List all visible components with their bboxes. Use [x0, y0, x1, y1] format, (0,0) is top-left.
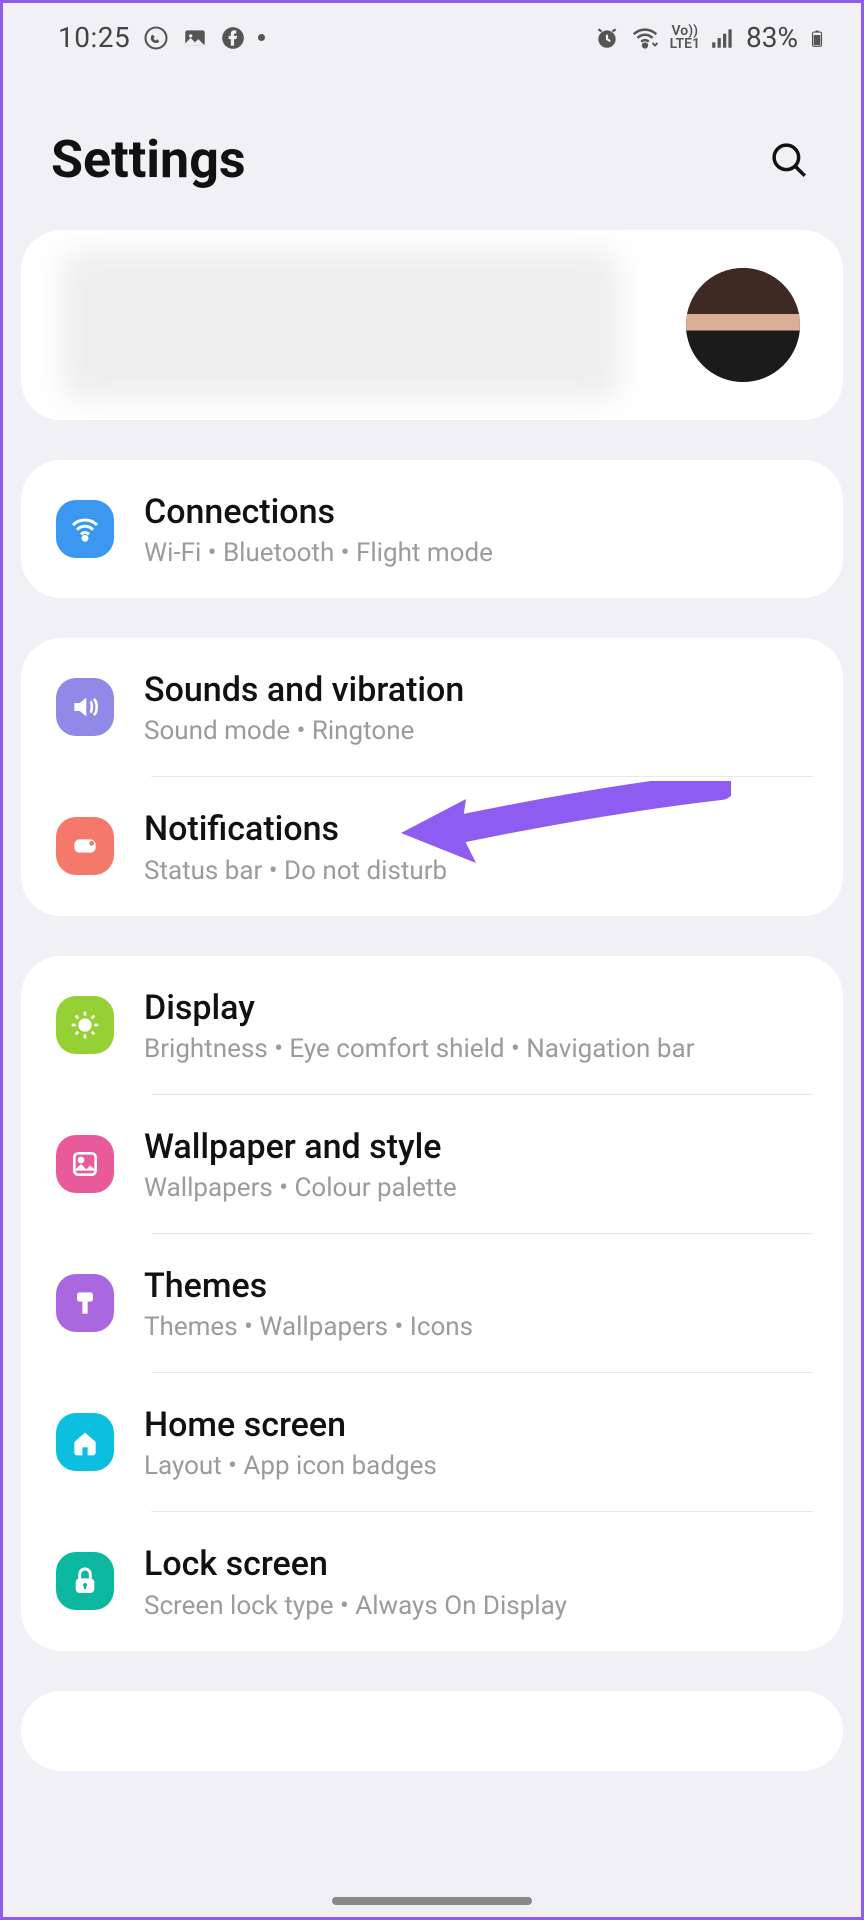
search-button[interactable] — [765, 136, 813, 184]
themes-icon — [56, 1274, 114, 1332]
account-info-blurred — [61, 250, 621, 400]
alarm-icon — [594, 25, 620, 51]
item-notifications[interactable]: Notifications Status bar • Do not distur… — [21, 777, 843, 915]
more-notifications-icon — [258, 34, 265, 41]
group-sounds-notifications: Sounds and vibration Sound mode • Ringto… — [21, 638, 843, 915]
account-card[interactable] — [21, 230, 843, 420]
item-title: Lock screen — [144, 1542, 813, 1586]
item-subtitle: Layout • App icon badges — [144, 1451, 813, 1481]
item-title: Sounds and vibration — [144, 668, 813, 712]
item-display[interactable]: Display Brightness • Eye comfort shield … — [21, 956, 843, 1094]
item-title: Display — [144, 986, 813, 1030]
item-subtitle: Screen lock type • Always On Display — [144, 1591, 813, 1621]
item-subtitle: Wi-Fi • Bluetooth • Flight mode — [144, 538, 813, 568]
avatar — [683, 265, 803, 385]
brightness-icon — [56, 996, 114, 1054]
item-subtitle: Sound mode • Ringtone — [144, 716, 813, 746]
navigation-handle[interactable] — [332, 1897, 532, 1905]
volte-indicator: Vo))LTE1 — [670, 25, 700, 50]
home-icon — [56, 1413, 114, 1471]
item-subtitle: Status bar • Do not disturb — [144, 856, 813, 886]
clock: 10:25 — [58, 21, 130, 54]
lock-icon — [56, 1552, 114, 1610]
signal-icon — [710, 25, 736, 51]
item-wallpaper[interactable]: Wallpaper and style Wallpapers • Colour … — [21, 1095, 843, 1233]
search-icon — [768, 139, 810, 181]
item-connections[interactable]: Connections Wi-Fi • Bluetooth • Flight m… — [21, 460, 843, 598]
page-title: Settings — [51, 129, 246, 190]
header: Settings — [3, 64, 861, 230]
battery-percent: 83% — [746, 21, 798, 54]
status-right: Vo))LTE1 83% — [594, 21, 826, 54]
item-subtitle: Themes • Wallpapers • Icons — [144, 1312, 813, 1342]
item-title: Themes — [144, 1264, 813, 1308]
photos-icon — [182, 25, 208, 51]
notification-icon — [56, 817, 114, 875]
group-connections: Connections Wi-Fi • Bluetooth • Flight m… — [21, 460, 843, 598]
item-title: Connections — [144, 490, 813, 534]
group-display: Display Brightness • Eye comfort shield … — [21, 956, 843, 1651]
item-title: Wallpaper and style — [144, 1125, 813, 1169]
item-themes[interactable]: Themes Themes • Wallpapers • Icons — [21, 1234, 843, 1372]
speaker-icon — [56, 678, 114, 736]
item-title: Notifications — [144, 807, 813, 851]
wifi-icon — [56, 500, 114, 558]
item-subtitle: Wallpapers • Colour palette — [144, 1173, 813, 1203]
item-sounds[interactable]: Sounds and vibration Sound mode • Ringto… — [21, 638, 843, 776]
group-next-partial — [21, 1691, 843, 1771]
item-home-screen[interactable]: Home screen Layout • App icon badges — [21, 1373, 843, 1511]
status-bar: 10:25 Vo))LTE1 83% — [3, 3, 861, 64]
battery-icon — [808, 24, 826, 52]
item-lock-screen[interactable]: Lock screen Screen lock type • Always On… — [21, 1512, 843, 1650]
wifi-icon — [630, 23, 660, 53]
wallpaper-icon — [56, 1135, 114, 1193]
facebook-icon — [220, 25, 246, 51]
whatsapp-icon — [142, 24, 170, 52]
item-title: Home screen — [144, 1403, 813, 1447]
item-subtitle: Brightness • Eye comfort shield • Naviga… — [144, 1034, 813, 1064]
status-left: 10:25 — [58, 21, 265, 54]
